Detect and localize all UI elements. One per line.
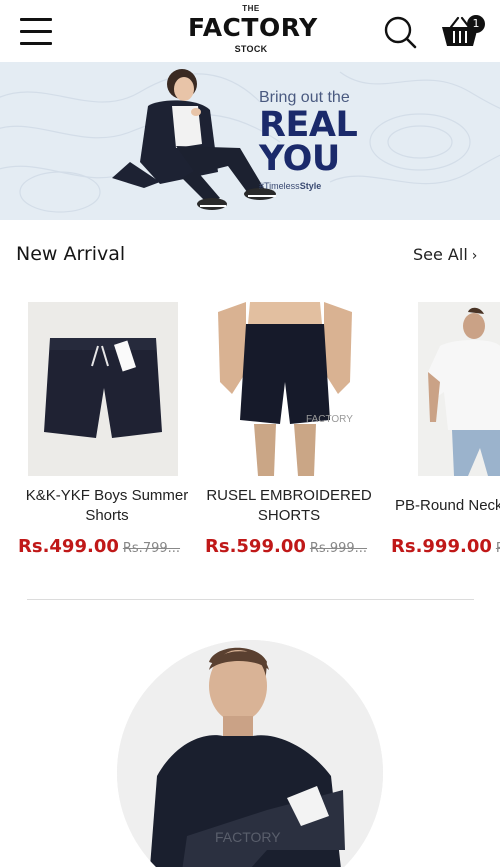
logo-bottom-text: STOCK <box>234 44 268 54</box>
banner-line-3: YOU <box>259 139 340 179</box>
menu-bar-bottom <box>20 42 52 45</box>
banner-hashtag-bold: Style <box>299 181 322 191</box>
cart-button[interactable]: 1 <box>440 14 488 50</box>
cart-count-badge: 1 <box>467 15 485 33</box>
original-price: Rs.999... <box>309 541 368 556</box>
product-price: Rs.599.00 Rs.999... <box>205 536 383 557</box>
logo-top-text: THE <box>242 4 260 13</box>
product-name: RUSEL EMBROIDERED SHORTS <box>206 487 372 524</box>
product-image: FACTORY <box>210 302 360 476</box>
product-name: K&K-YKF Boys Summer Shorts <box>25 487 189 524</box>
current-price: Rs.599.00 <box>205 536 306 557</box>
section-divider <box>27 599 474 600</box>
see-all-link[interactable]: See All › <box>413 245 477 264</box>
current-price: Rs.999.00 <box>391 536 492 557</box>
watermark-text: FACTORY <box>215 829 281 845</box>
banner-hashtag-prefix: #Timeless <box>259 181 300 191</box>
section-title-new-arrival: New Arrival <box>16 243 126 265</box>
banner-hashtag: #TimelessStyle <box>259 181 357 191</box>
current-price: Rs.499.00 <box>18 536 119 557</box>
app-header: THE FACTORY STOCK 1 <box>0 0 500 62</box>
product-image <box>28 302 178 476</box>
original-price: R <box>496 541 500 556</box>
banner-headline: Bring out the REAL YOU #TimelessStyle <box>259 88 358 191</box>
product-card[interactable]: K&K-YKF Boys Summer Shorts Rs.499.00 Rs.7… <box>18 302 196 562</box>
menu-bar-top <box>20 18 52 21</box>
see-all-label: See All <box>413 245 468 264</box>
brand-logo[interactable]: THE FACTORY STOCK <box>188 4 318 60</box>
product-name: PB-Round Neck <box>395 497 500 514</box>
original-price: Rs.799... <box>122 541 181 556</box>
promo-banner[interactable]: Bring out the REAL YOU #TimelessStyle <box>0 62 500 220</box>
menu-bar-middle <box>20 30 52 33</box>
product-card[interactable]: FACTORY RUSEL EMBROIDERED SHORTS Rs.599.… <box>200 302 378 562</box>
logo-main-text: FACTORY <box>188 13 318 42</box>
hamburger-menu-icon[interactable] <box>20 17 52 45</box>
search-icon[interactable] <box>383 15 417 49</box>
banner-line-2: REAL <box>259 105 358 145</box>
product-price: Rs.999.00 R <box>391 536 500 557</box>
product-price: Rs.499.00 Rs.799... <box>18 536 196 557</box>
product-image <box>418 302 500 476</box>
chevron-right-icon: › <box>471 248 478 264</box>
watermark-text: FACTORY <box>306 414 353 425</box>
product-card[interactable]: PB-Round Neck Rs.999.00 R <box>390 302 500 562</box>
featured-category-image[interactable]: FACTORY <box>117 640 383 867</box>
